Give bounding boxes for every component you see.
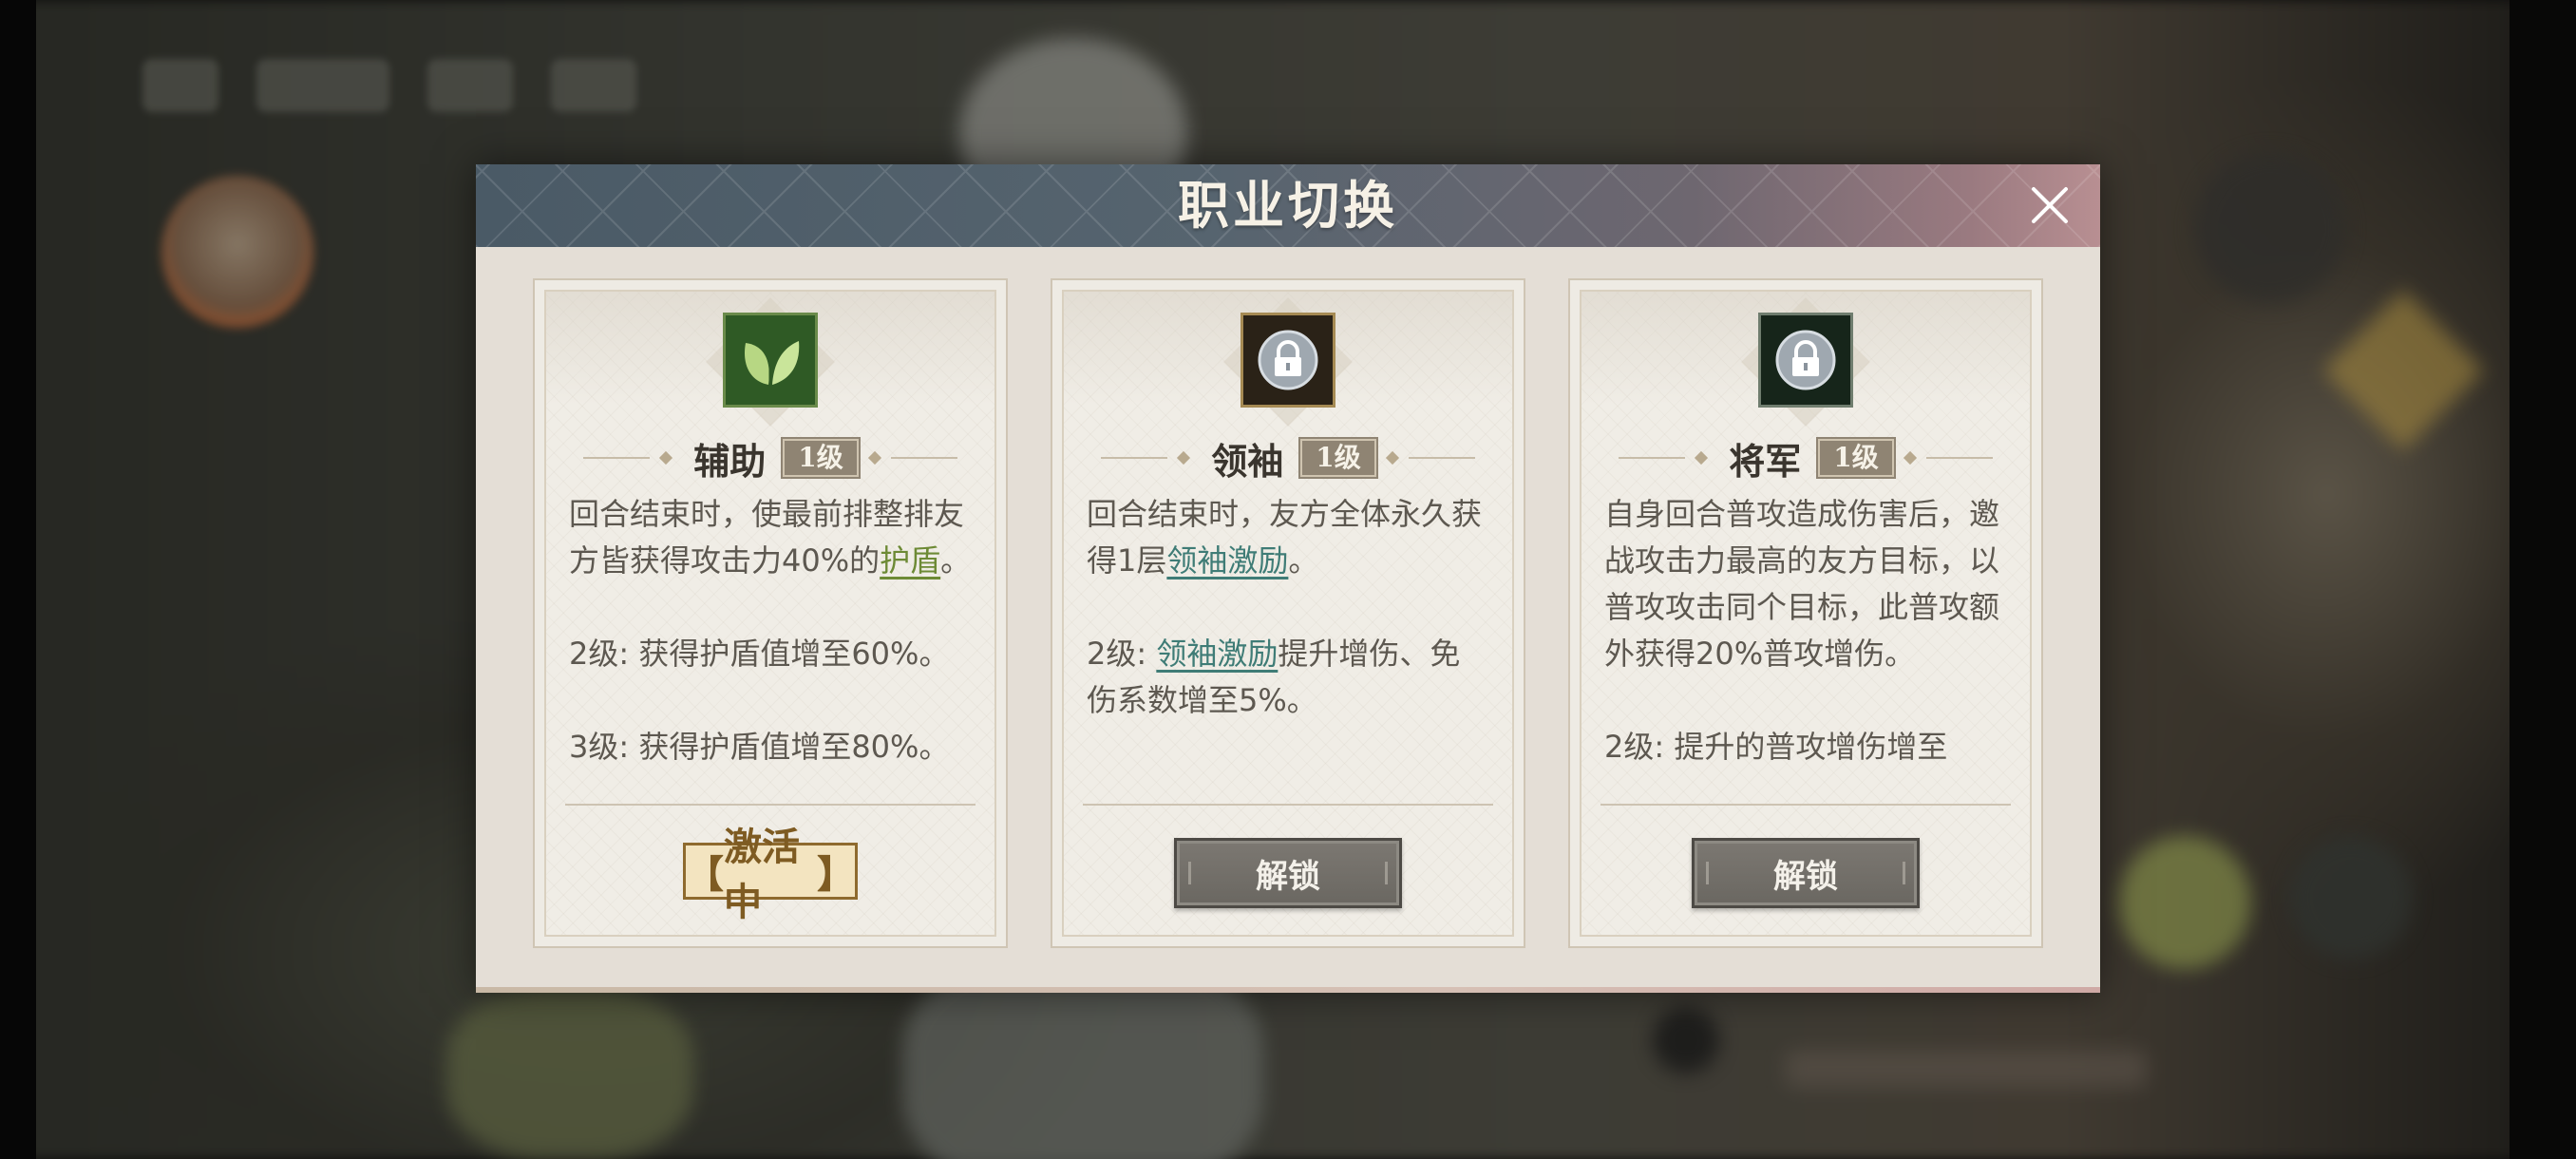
class-name-row: 辅助 1级 [546, 434, 994, 483]
divider-line [583, 457, 651, 459]
class-name-row: 将军 1级 [1582, 434, 2030, 483]
class-description: 回合结束时，友方全体永久获得1层领袖激励。 2级: 领袖激励提升增伤、免伤系数增… [1087, 491, 1489, 800]
divider-diamond [1177, 450, 1191, 466]
description-text: 。 [940, 542, 972, 579]
background-skill-icon-2 [2289, 836, 2413, 960]
class-description[interactable]: 自身回合普攻造成伤害后，邀战攻击力最高的友方目标，以普攻攻击同个目标，此普攻额外… [1604, 491, 2007, 800]
close-button[interactable] [2026, 181, 2074, 229]
general-class-icon [1758, 313, 1853, 408]
level-badge: 1级 [1816, 437, 1896, 479]
divider-line [1925, 457, 1993, 459]
unlock-button-label: 解锁 [1773, 857, 1838, 896]
unlock-button[interactable]: 解锁 [1174, 838, 1402, 908]
background-avatar [161, 176, 313, 328]
leader-class-icon [1241, 313, 1335, 408]
keyword-link-leader-inspire[interactable]: 领袖激励 [1166, 542, 1288, 579]
class-description: 回合结束时，使最前排整排友方皆获得攻击力40%的护盾。 2级: 获得护盾值增至6… [569, 491, 972, 800]
card-frame: 将军 1级 自身回合普攻造成伤害后，邀战攻击力最高的友方目标，以普攻攻击同个目标… [1580, 290, 2032, 937]
keyword-link-shield[interactable]: 护盾 [880, 542, 940, 579]
description-level3: 3级: 获得护盾值增至80%。 [569, 729, 950, 765]
button-ornament [1903, 862, 1905, 884]
support-class-icon [723, 313, 818, 408]
lock-icon [1775, 330, 1836, 390]
background-edge-left [0, 0, 36, 1159]
background-bottom-bar [1786, 1050, 2147, 1088]
class-card-support[interactable]: 辅助 1级 回合结束时，使最前排整排友方皆获得攻击力40%的护盾。 2级: 获得… [533, 278, 1008, 948]
background-nav-pill [256, 59, 389, 112]
background-back-icon [142, 59, 218, 112]
description-divider [1601, 804, 2011, 806]
card-frame: 辅助 1级 回合结束时，使最前排整排友方皆获得攻击力40%的护盾。 2级: 获得… [544, 290, 996, 937]
class-switch-dialog: 职业切换 辅助 1级 回合结束时，使最前排整排友方皆获得攻击力40%的护盾。 2… [476, 164, 2100, 993]
background-emblem [2194, 152, 2346, 304]
divider-diamond [1385, 450, 1399, 466]
level-badge: 1级 [781, 437, 861, 479]
close-icon [2032, 187, 2068, 223]
class-card-general[interactable]: 将军 1级 自身回合普攻造成伤害后，邀战攻击力最高的友方目标，以普攻攻击同个目标… [1568, 278, 2043, 948]
divider-diamond [1695, 450, 1709, 466]
dialog-header: 职业切换 [476, 164, 2100, 247]
lock-icon [1258, 330, 1318, 390]
description-paragraph: 回合结束时，友方全体永久获得1层领袖激励。 [1087, 491, 1489, 584]
divider-line [1101, 457, 1168, 459]
background-menu-icon [551, 59, 636, 112]
divider-line [890, 457, 957, 459]
background-home-icon [427, 59, 513, 112]
class-name-row: 领袖 1级 [1064, 434, 1512, 483]
divider-diamond [867, 450, 881, 466]
class-name: 领袖 [1211, 439, 1284, 483]
divider-diamond [1903, 450, 1917, 466]
description-divider [565, 804, 975, 806]
game-screen: 职业切换 辅助 1级 回合结束时，使最前排整排友方皆获得攻击力40%的护盾。 2… [0, 0, 2576, 1159]
class-name: 辅助 [693, 439, 767, 483]
background-foliage [446, 988, 693, 1159]
class-card-leader[interactable]: 领袖 1级 回合结束时，友方全体永久获得1层领袖激励。 2级: 领袖激励提升增伤… [1051, 278, 1525, 948]
class-name: 将军 [1729, 439, 1802, 483]
leaf-icon [745, 341, 800, 387]
background-skill-icon [2118, 836, 2251, 969]
background-top-nav [142, 48, 636, 124]
bracket-right: 】 [817, 852, 855, 897]
description-divider [1083, 804, 1493, 806]
bracket-left: 【 [686, 852, 724, 897]
description-level2: 2级: 领袖激励提升增伤、免伤系数增至5%。 [1087, 631, 1489, 724]
unlock-button-label: 解锁 [1256, 857, 1320, 896]
description-paragraph: 自身回合普攻造成伤害后，邀战攻击力最高的友方目标，以普攻攻击同个目标，此普攻额外… [1604, 496, 2000, 672]
active-status-badge: 【激活中】 [683, 825, 858, 924]
card-frame: 领袖 1级 回合结束时，友方全体永久获得1层领袖激励。 2级: 领袖激励提升增伤… [1062, 290, 1514, 937]
dialog-bottom-edge [476, 987, 2100, 993]
divider-diamond [659, 450, 673, 466]
description-level2: 2级: 提升的普攻增伤增至 [1604, 729, 1948, 765]
button-ornament [1706, 862, 1709, 884]
description-paragraph: 回合结束时，使最前排整排友方皆获得攻击力40%的护盾。 [569, 491, 972, 584]
description-text: 。 [1288, 542, 1319, 579]
level-badge: 1级 [1298, 437, 1378, 479]
active-status-label: 激活中 [724, 825, 800, 924]
description-level2: 2级: 获得护盾值增至60%。 [569, 636, 950, 672]
background-edge-right [2510, 0, 2576, 1159]
dialog-title: 职业切换 [1178, 175, 1398, 236]
divider-line [1408, 457, 1475, 459]
divider-line [1619, 457, 1686, 459]
description-text: 2级: [1087, 636, 1157, 672]
unlock-button[interactable]: 解锁 [1692, 838, 1920, 908]
button-ornament [1188, 862, 1191, 884]
button-ornament [1385, 862, 1388, 884]
background-round-button [1653, 1007, 1719, 1074]
keyword-link-leader-inspire[interactable]: 领袖激励 [1156, 636, 1278, 672]
